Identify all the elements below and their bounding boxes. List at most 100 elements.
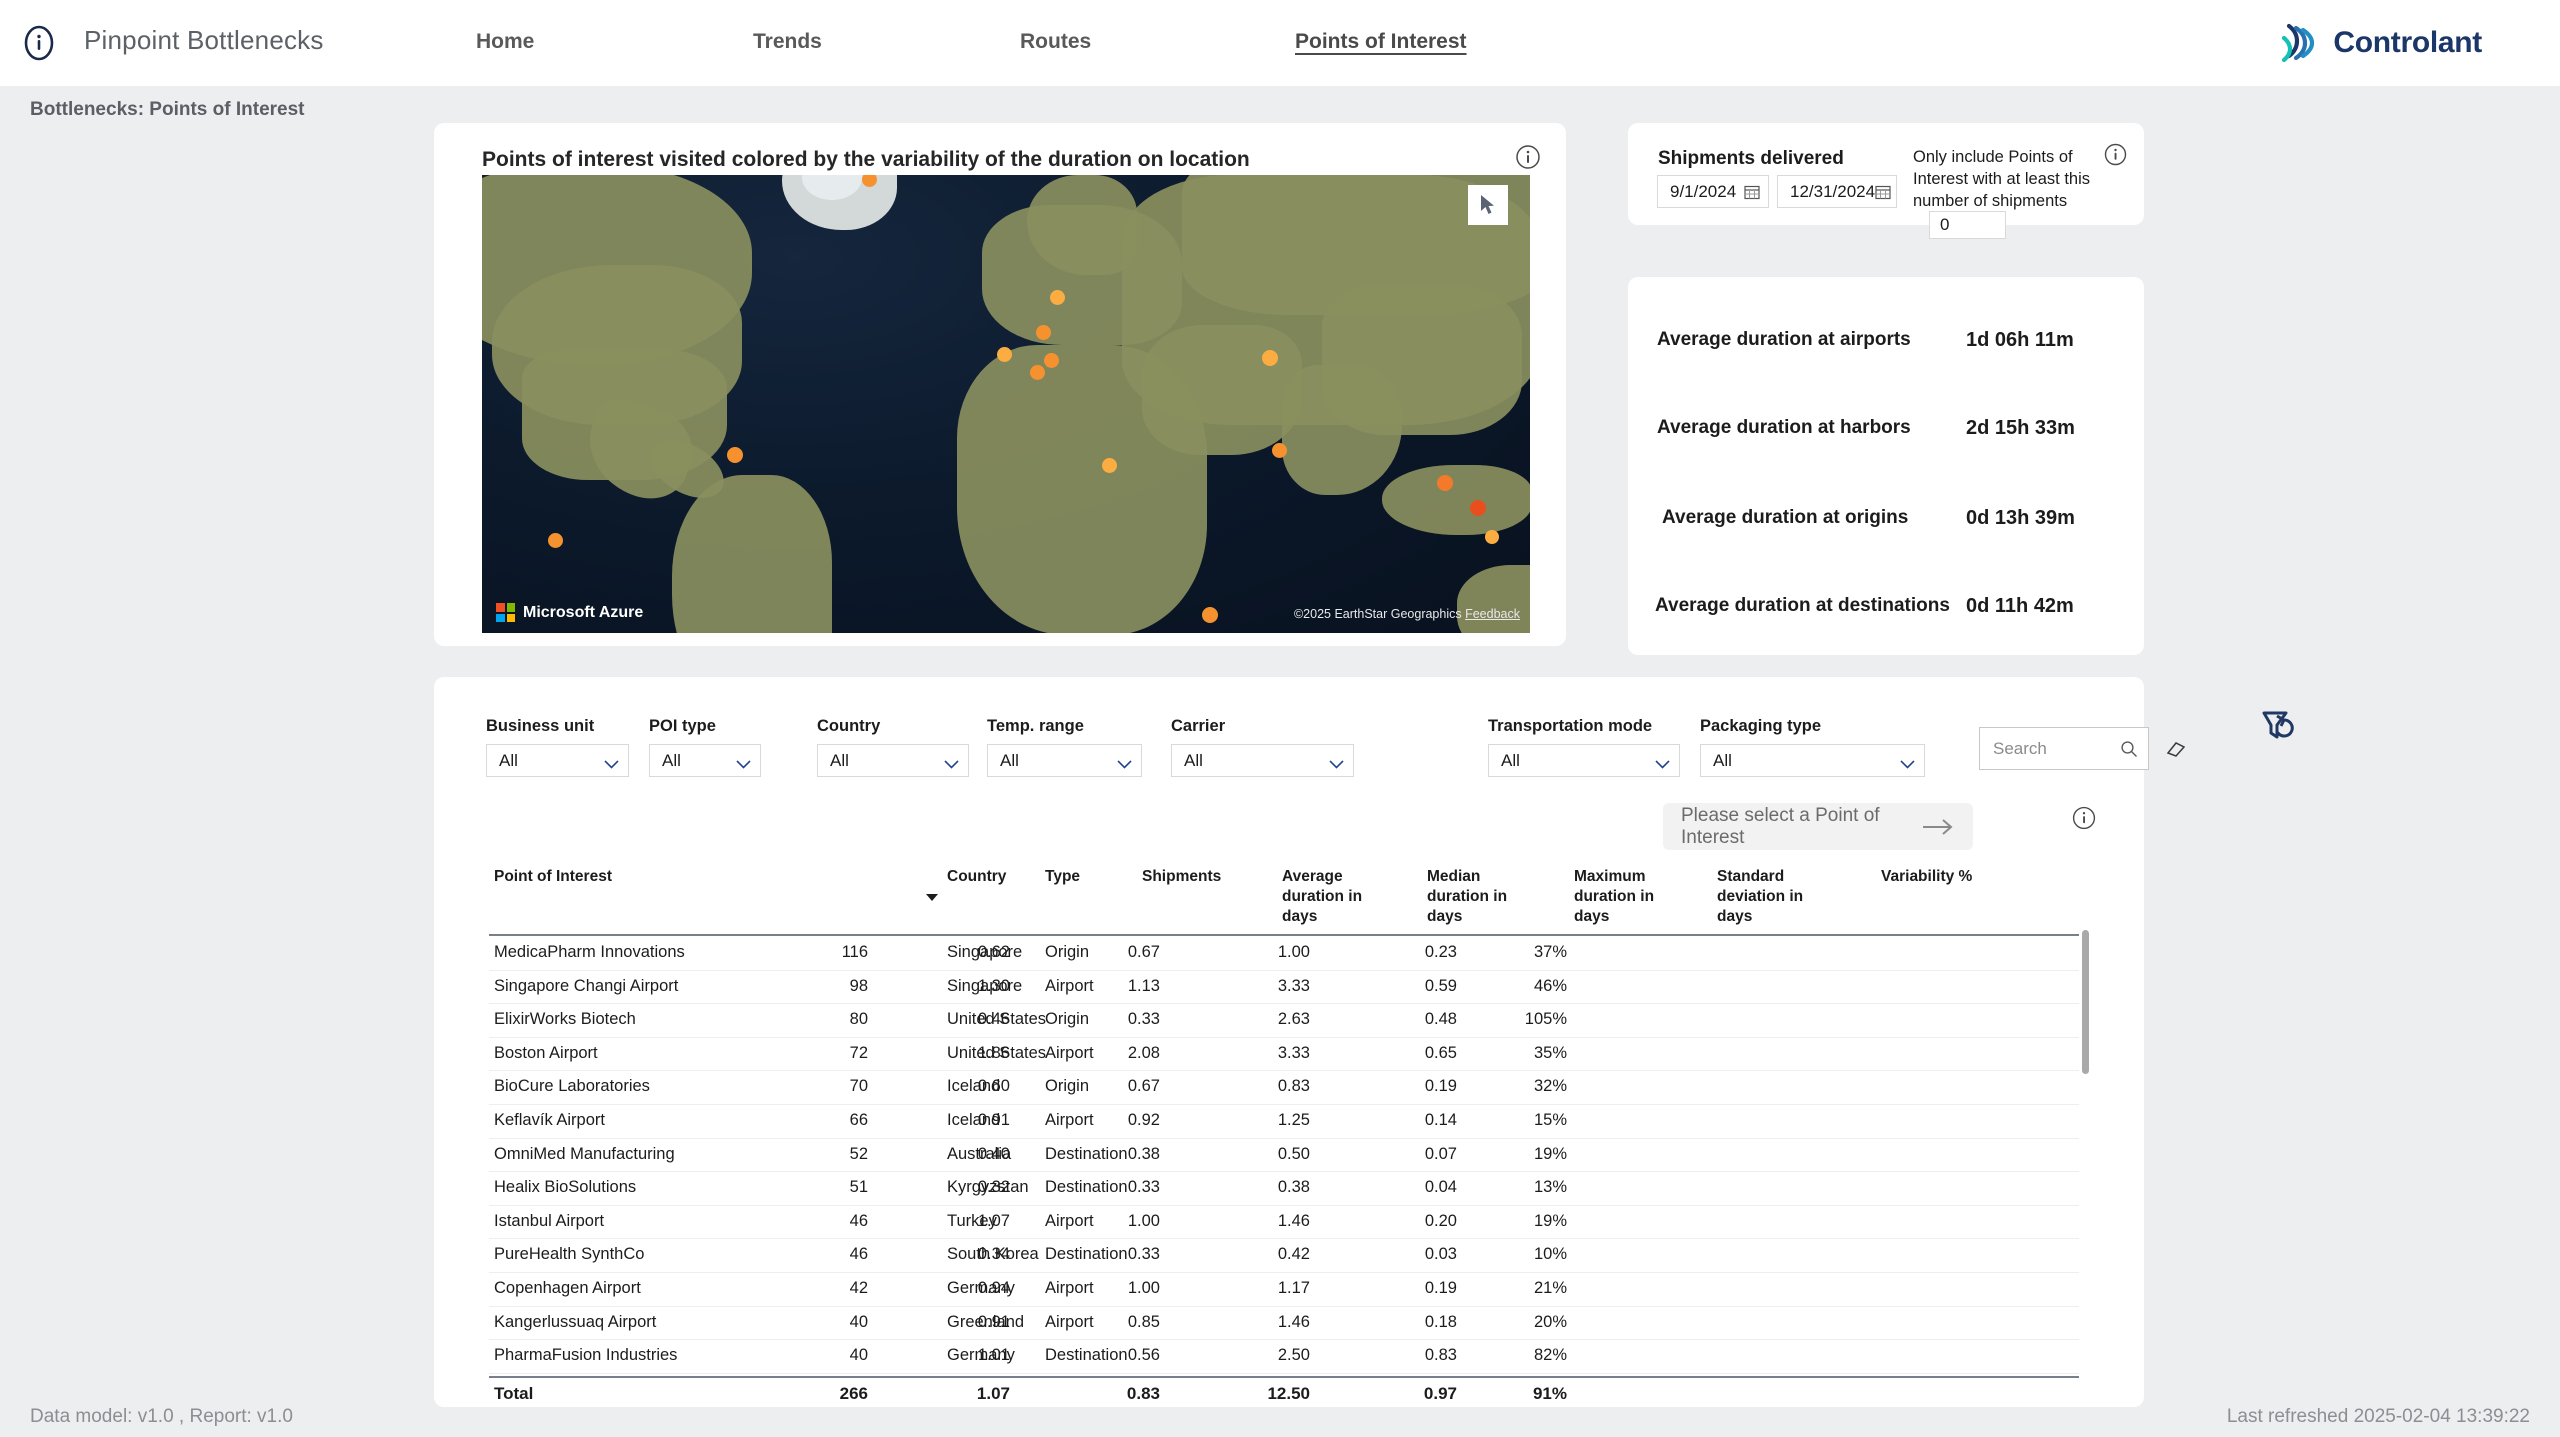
cell-type: Origin [1045,943,1090,961]
table-row[interactable]: Boston Airport United States Airport 72 1.86… [489,1038,2079,1072]
table-row[interactable]: Istanbul Airport Turkey Airport 46 1.07 1.00 1… [489,1206,2079,1240]
search-input[interactable]: Search [1979,727,2149,770]
kpi-row-harbors: Average duration at harbors 2d 15h 33m [1628,417,2144,451]
shipments-delivered-label: Shipments delivered [1658,148,1844,169]
map-marker[interactable] [1437,475,1453,491]
chevron-down-icon [735,755,752,769]
cell-shipments: 46 [849,1211,868,1230]
cell-poi: Healix BioSolutions [494,1178,637,1197]
cell-max: 3.33 [1277,976,1310,995]
nav-item-points-of-interest[interactable]: Points of Interest [1295,30,1467,54]
nav-item-trends[interactable]: Trends [753,30,822,54]
map-marker[interactable] [1485,530,1499,544]
col-shipments[interactable]: Shipments [1142,867,1221,887]
cell-type: Airport [1045,1312,1094,1331]
controlant-logo-text: Controlant [2333,26,2482,59]
total-max: 12.50 [1267,1383,1310,1403]
filter-country-select[interactable]: All [817,744,969,777]
col-average-duration[interactable]: Average duration in days [1282,867,1374,927]
app-info-icon[interactable] [18,22,60,64]
date-from-input[interactable]: 9/1/2024 [1657,175,1769,208]
table-row[interactable]: Copenhagen Airport Germany Airport 42 0.94 1.… [489,1273,2079,1307]
cell-std: 0.07 [1424,1144,1457,1163]
map-marker[interactable] [1030,365,1045,380]
cell-variability: 21% [1533,1278,1567,1297]
map-marker[interactable] [727,447,743,463]
filter-packaging-type-select[interactable]: All [1700,744,1925,777]
col-median-duration[interactable]: Median duration in days [1427,867,1522,927]
cell-max: 3.33 [1277,1043,1310,1062]
table-row[interactable]: OmniMed Manufacturing Australia Destinatio… [489,1139,2079,1173]
filter-transportation-mode-select[interactable]: All [1488,744,1680,777]
filter-temp-range: Temp. range All [987,717,1142,777]
chevron-down-icon [603,755,620,769]
cell-avg: 1.07 [977,1211,1010,1230]
filter-business-unit-select[interactable]: All [486,744,629,777]
select-poi-label: Please select a Point of Interest [1681,804,1880,848]
cell-max: 1.25 [1277,1110,1310,1129]
points-of-interest-table-card: Business unit All POI type All Country A… [434,677,2294,1407]
filter-value: All [1000,750,1019,770]
table-row[interactable]: BioCure Laboratories Iceland Origin 70 0.60 0… [489,1071,2079,1105]
controlant-logo-icon [2277,22,2321,64]
nav-item-routes[interactable]: Routes [1020,30,1091,54]
col-standard-deviation[interactable]: Standard deviation in days [1717,867,1835,927]
map-marker[interactable] [1272,443,1287,458]
total-std: 0.97 [1423,1383,1457,1403]
map-marker[interactable] [1050,290,1065,305]
table-row[interactable]: PureHealth SynthCo South Korea Destination… [489,1239,2079,1273]
map-canvas[interactable]: Microsoft Azure ©2025 EarthStar Geograph… [482,175,1530,633]
shipments-info-icon[interactable] [2104,143,2127,166]
search-icon[interactable] [2120,740,2138,758]
col-maximum-duration[interactable]: Maximum duration in days [1574,867,1669,927]
cell-poi: Copenhagen Airport [494,1278,641,1297]
table-scrollbar[interactable] [2082,930,2089,1074]
cell-avg: 1.86 [977,1043,1010,1062]
select-poi-button[interactable]: Please select a Point of Interest [1663,803,1973,850]
table-row[interactable]: Keflavík Airport Iceland Airport 66 0.91 0.92… [489,1105,2079,1139]
filter-temp-range-select[interactable]: All [987,744,1142,777]
clear-filters-icon[interactable] [2260,708,2296,742]
map-marker[interactable] [997,347,1012,362]
table-info-icon[interactable] [2072,806,2096,830]
arrow-right-icon [1921,818,1955,836]
filter-poi-type-select[interactable]: All [649,744,761,777]
map-marker[interactable] [1262,350,1278,366]
cell-std: 0.14 [1424,1110,1457,1129]
eraser-icon[interactable] [2164,741,2186,757]
map-cursor-button[interactable] [1468,185,1508,225]
map-marker[interactable] [1044,353,1059,368]
map-marker[interactable] [1036,325,1051,340]
filter-carrier-select[interactable]: All [1171,744,1354,777]
col-point-of-interest[interactable]: Point of Interest [494,867,612,887]
map-marker[interactable] [1470,500,1486,516]
map-marker[interactable] [1202,607,1218,623]
col-variability[interactable]: Variability % [1881,867,1972,887]
map-marker[interactable] [1102,458,1117,473]
col-type[interactable]: Type [1045,867,1080,887]
map-copyright: ©2025 EarthStar Geographics [1293,607,1462,621]
cell-max: 0.83 [1277,1077,1310,1096]
table-row[interactable]: Healix BioSolutions Kyrgyzstan Destination… [489,1172,2079,1206]
map-feedback-link[interactable]: Feedback [1465,607,1520,621]
map-marker[interactable] [548,533,563,548]
date-to-input[interactable]: 12/31/2024 [1777,175,1897,208]
shipments-filter-card: Shipments delivered 9/1/2024 12/31/2024 [1628,123,2144,239]
table-row[interactable]: MedicaPharm Innovations Singapore Origin 11… [489,937,2079,971]
map-info-icon[interactable] [1515,144,1541,170]
filter-value: All [1501,750,1520,770]
filter-business-unit: Business unit All [486,717,629,777]
cell-shipments: 42 [849,1278,868,1297]
table-row[interactable]: Kangerlussuaq Airport Greenland Airport 40 0… [489,1307,2079,1341]
cell-shipments: 70 [849,1077,868,1096]
cell-median: 0.56 [1127,1346,1160,1365]
cell-median: 0.33 [1127,1245,1160,1264]
cell-poi: PharmaFusion Industries [494,1346,678,1365]
col-country[interactable]: Country [947,867,1006,887]
min-shipments-input[interactable]: 0 [1929,211,2006,239]
filter-label: Carrier [1171,717,1226,735]
table-row[interactable]: Singapore Changi Airport Singapore Airport… [489,971,2079,1005]
table-row[interactable]: ElixirWorks Biotech United States Origin 80… [489,1004,2079,1038]
nav-item-home[interactable]: Home [476,30,534,54]
table-row[interactable]: PharmaFusion Industries Germany Destinatio… [489,1340,2079,1374]
